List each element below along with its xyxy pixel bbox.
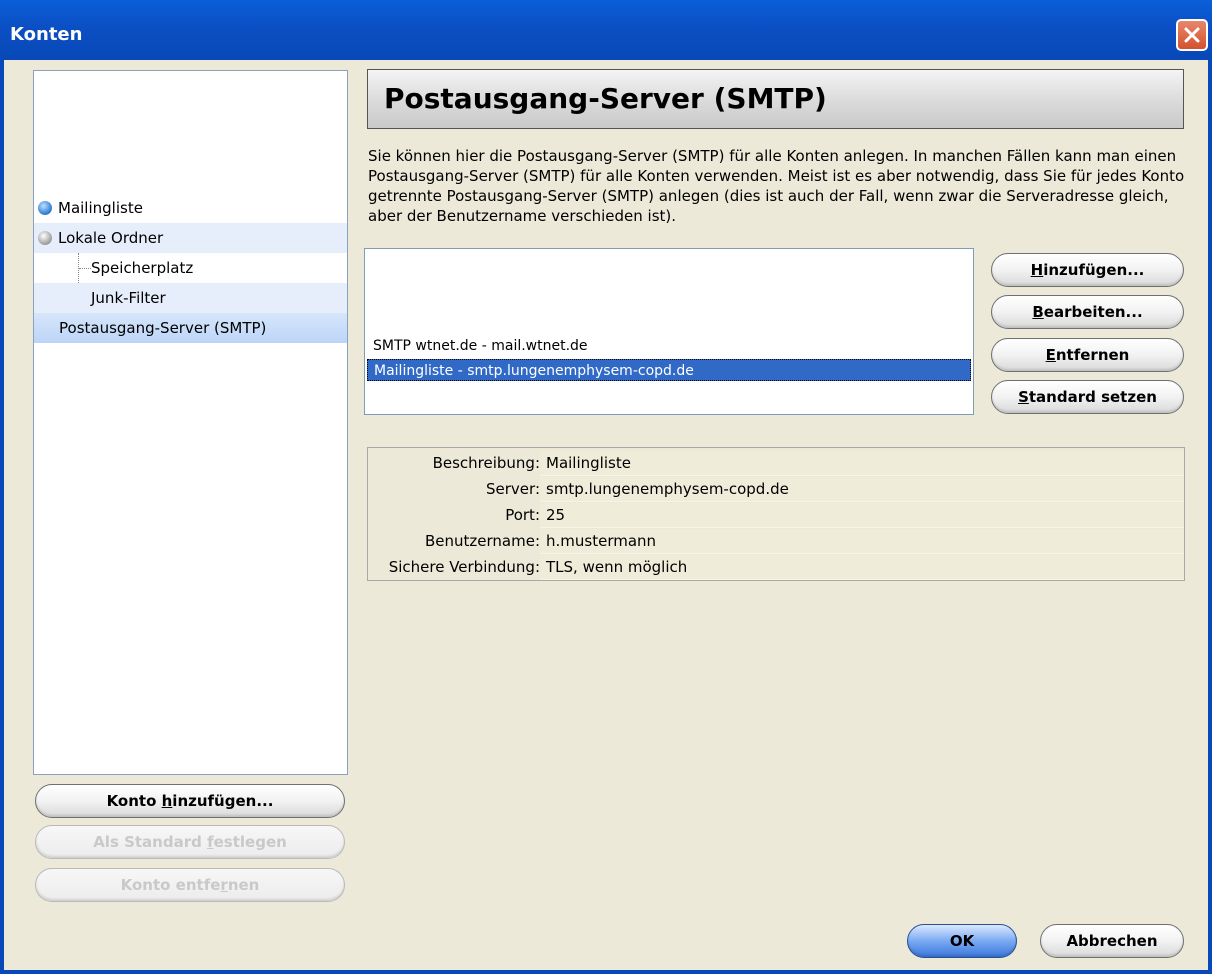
detail-row-security: Sichere Verbindung: TLS, wenn möglich xyxy=(368,554,1184,580)
detail-label: Sichere Verbindung: xyxy=(388,558,540,576)
remove-server-button[interactable]: Entfernen xyxy=(991,338,1184,372)
tree-item-label: Postausgang-Server (SMTP) xyxy=(59,319,267,337)
page-description: Sie können hier die Postausgang-Server (… xyxy=(368,147,1185,225)
edit-server-button[interactable]: Bearbeiten... xyxy=(991,295,1184,329)
add-server-button[interactable]: Hinzufügen... xyxy=(991,253,1184,287)
window-title: Konten xyxy=(10,24,83,45)
button-mnemonic: r xyxy=(220,876,228,894)
tree-item-speicherplatz[interactable]: Speicherplatz xyxy=(34,253,347,283)
button-label: inzufügen... xyxy=(172,792,274,810)
add-account-button[interactable]: Konto hinzufügen... xyxy=(35,784,345,818)
local-folders-icon xyxy=(38,231,52,245)
button-mnemonic: h xyxy=(161,792,173,810)
detail-label: Server: xyxy=(486,480,540,498)
detail-row-description: Beschreibung: Mailingliste xyxy=(368,450,1184,476)
server-list-item[interactable]: SMTP wtnet.de - mail.wtnet.de xyxy=(367,335,971,357)
smtp-server-list[interactable]: SMTP wtnet.de - mail.wtnet.de Mailinglis… xyxy=(364,248,974,415)
detail-label: Benutzername: xyxy=(424,532,540,550)
tree-item-label: Mailingliste xyxy=(58,199,143,217)
button-label: estlegen xyxy=(213,833,287,851)
button-mnemonic: E xyxy=(1045,346,1056,364)
button-label: inzufügen... xyxy=(1043,261,1145,279)
button-label: nen xyxy=(227,876,260,894)
set-default-server-button[interactable]: Standard setzen xyxy=(991,380,1184,414)
detail-value: 25 xyxy=(540,503,1184,528)
account-globe-icon xyxy=(38,201,52,215)
page-header: Postausgang-Server (SMTP) xyxy=(367,69,1184,129)
button-label: Als Standard xyxy=(93,833,208,851)
server-list-item-selected[interactable]: Mailingliste - smtp.lungenemphysem-copd.… xyxy=(367,359,971,381)
cancel-button[interactable]: Abbrechen xyxy=(1040,924,1184,958)
button-label: tandard setzen xyxy=(1028,388,1157,406)
tree-item-label: Speicherplatz xyxy=(91,259,194,277)
tree-item-mailingliste[interactable]: Mailingliste xyxy=(34,193,347,223)
button-label: Konto entfe xyxy=(120,876,221,894)
button-mnemonic: B xyxy=(1032,303,1044,321)
remove-account-button[interactable]: Konto entfernen xyxy=(35,868,345,902)
detail-value: smtp.lungenemphysem-copd.de xyxy=(540,477,1184,502)
button-label: Konto xyxy=(106,792,162,810)
set-default-account-button[interactable]: Als Standard festlegen xyxy=(35,825,345,859)
detail-label: Beschreibung: xyxy=(432,454,540,472)
detail-row-server: Server: smtp.lungenemphysem-copd.de xyxy=(368,476,1184,502)
detail-row-username: Benutzername: h.mustermann xyxy=(368,528,1184,554)
page-title: Postausgang-Server (SMTP) xyxy=(384,82,827,115)
tree-item-label: Junk-Filter xyxy=(91,289,166,307)
button-mnemonic: S xyxy=(1018,388,1029,406)
ok-button[interactable]: OK xyxy=(907,924,1017,958)
tree-item-junk-filter[interactable]: Junk-Filter xyxy=(34,283,347,313)
close-icon xyxy=(1184,27,1200,43)
account-tree[interactable]: Mailingliste Lokale Ordner Speicherplatz… xyxy=(33,70,348,775)
tree-item-postausgang-server[interactable]: Postausgang-Server (SMTP) xyxy=(34,313,347,343)
close-button[interactable] xyxy=(1176,19,1208,51)
tree-item-lokale-ordner[interactable]: Lokale Ordner xyxy=(34,223,347,253)
button-label: ntfernen xyxy=(1055,346,1130,364)
detail-label: Port: xyxy=(505,506,540,524)
detail-value: h.mustermann xyxy=(540,529,1184,554)
detail-value: TLS, wenn möglich xyxy=(540,555,1184,580)
button-label: earbeiten... xyxy=(1043,303,1143,321)
server-details: Beschreibung: Mailingliste Server: smtp.… xyxy=(367,447,1185,581)
button-mnemonic: H xyxy=(1030,261,1044,279)
detail-value: Mailingliste xyxy=(540,451,1184,476)
tree-item-label: Lokale Ordner xyxy=(58,229,164,247)
detail-row-port: Port: 25 xyxy=(368,502,1184,528)
title-bar[interactable]: Konten xyxy=(0,0,1212,60)
